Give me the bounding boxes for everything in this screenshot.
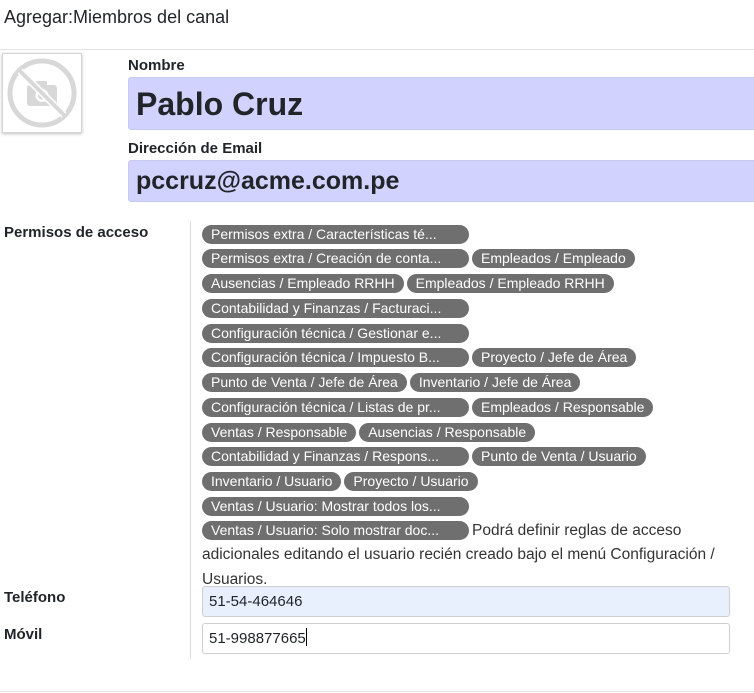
email-label: Dirección de Email [128, 140, 263, 157]
phone-label: Teléfono [4, 589, 66, 606]
access-tag[interactable]: Empleados / Responsable [472, 397, 654, 417]
avatar[interactable] [2, 53, 82, 133]
access-tag[interactable]: Punto de Venta / Jefe de Área [202, 373, 407, 393]
access-tag[interactable]: Inventario / Jefe de Área [409, 373, 581, 393]
access-tag[interactable]: Ventas / Usuario: Mostrar todos los... [202, 496, 469, 516]
access-tag[interactable]: Ausencias / Empleado RRHH [202, 274, 404, 294]
access-tag[interactable]: Permisos extra / Creación de conta... [202, 249, 469, 269]
dialog-title: Agregar:Miembros del canal [4, 7, 230, 27]
access-tag[interactable]: Configuración técnica / Impuesto B... [202, 348, 469, 368]
access-rights-label: Permisos de acceso [4, 224, 149, 241]
access-tag[interactable]: Ventas / Responsable [202, 422, 357, 442]
email-input[interactable]: pccruz@acme.com.pe [128, 160, 754, 202]
access-tag[interactable]: Proyecto / Usuario [344, 471, 478, 491]
phone-input[interactable]: 51-54-464646 [202, 586, 730, 617]
access-tag[interactable]: Ausencias / Responsable [359, 422, 536, 442]
access-tag[interactable]: Contabilidad y Finanzas / Facturaci... [202, 298, 469, 318]
mobile-label: Móvil [4, 626, 43, 643]
access-tag[interactable]: Empleados / Empleado [472, 249, 635, 269]
access-tag[interactable]: Empleados / Empleado RRHH [406, 274, 614, 294]
access-tag[interactable]: Ventas / Usuario: Solo mostrar doc... [202, 521, 469, 541]
dialog-header: Agregar:Miembros del canal [0, 0, 754, 50]
text-caret [305, 628, 307, 646]
access-tag[interactable]: Punto de Venta / Usuario [472, 447, 646, 467]
name-input[interactable]: Pablo Cruz [128, 77, 754, 130]
access-tag[interactable]: Configuración técnica / Gestionar e... [202, 323, 469, 343]
access-tag[interactable]: Proyecto / Jefe de Área [472, 348, 637, 368]
access-tag[interactable]: Configuración técnica / Listas de pr... [202, 397, 469, 417]
access-tag[interactable]: Inventario / Usuario [202, 471, 342, 491]
footer-divider [0, 691, 754, 692]
access-rights-tags: Permisos extra / Características té... P… [202, 222, 722, 592]
access-tag[interactable]: Contabilidad y Finanzas / Respons... [202, 447, 469, 467]
mobile-value: 51-998877665 [209, 630, 306, 647]
mobile-input[interactable]: 51-998877665 [202, 623, 730, 654]
phone-value: 51-54-464646 [209, 593, 303, 610]
name-label: Nombre [128, 57, 185, 74]
field-separator [190, 221, 191, 659]
access-tag[interactable]: Permisos extra / Características té... [202, 224, 469, 244]
camera-slash-icon [7, 58, 77, 128]
